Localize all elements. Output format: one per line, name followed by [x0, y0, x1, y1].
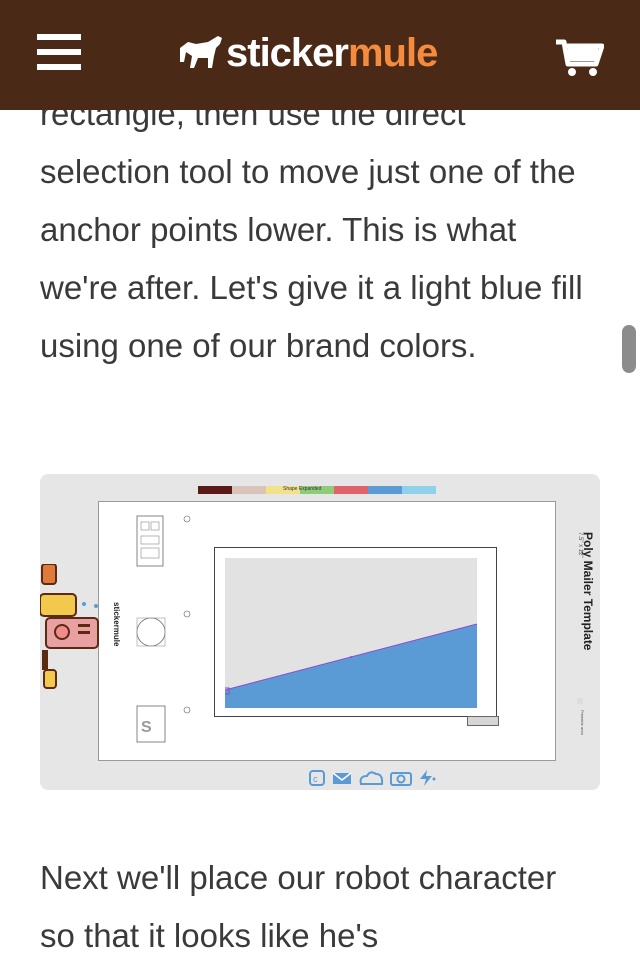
template-size: 7.5" x 12"	[577, 532, 583, 558]
sticker-tool-icon: c	[309, 770, 325, 786]
mule-logo-icon	[180, 36, 222, 68]
printable-label: Printable area	[580, 710, 585, 735]
template-logo-text: stickermule	[112, 602, 121, 647]
bolt-tool-icon	[420, 770, 436, 786]
template-sheet: S stickermule Poly Mailer Template 7.5" …	[98, 501, 595, 761]
brand-word-mule: mule	[347, 30, 438, 75]
cloud-tool-icon	[359, 771, 384, 785]
scrollbar-thumb[interactable]	[622, 325, 636, 373]
robot-character-image	[40, 564, 99, 689]
hamburger-menu-icon[interactable]	[37, 32, 81, 72]
instruction-thumbnails: S	[136, 515, 191, 743]
tool-icon-row: c	[308, 770, 436, 786]
palette-swatch	[402, 486, 436, 494]
artboard-frame	[214, 547, 499, 726]
mail-tool-icon	[332, 772, 352, 784]
palette-swatch	[368, 486, 402, 494]
blue-fill-shape	[222, 623, 478, 708]
template-title-block: Poly Mailer Template 7.5" x 12"	[577, 532, 599, 712]
brand-logo[interactable]: sticker mule	[178, 28, 438, 78]
artboard-canvas	[222, 558, 478, 708]
article-paragraph: Next we'll place our robot character so …	[40, 859, 557, 954]
svg-text:c: c	[313, 774, 318, 784]
top-navigation-bar: sticker mule	[0, 0, 640, 110]
cart-icon[interactable]	[556, 38, 604, 78]
stickermule-template-logo: stickermule	[107, 602, 127, 682]
artboard-tab	[467, 716, 499, 726]
brand-word-sticker: sticker	[226, 30, 349, 75]
palette-swatch	[334, 486, 368, 494]
palette-label: Shape Expanded	[283, 486, 322, 492]
svg-text:S: S	[141, 719, 152, 736]
template-title: Poly Mailer Template	[581, 532, 595, 651]
printable-swatch	[577, 698, 583, 704]
camera-tool-icon	[390, 772, 412, 786]
palette-swatch	[198, 486, 232, 494]
illustrator-screenshot-figure: Shape Expanded S stickermule Poly Mailer…	[40, 474, 600, 790]
palette-swatch	[232, 486, 266, 494]
printable-area-legend: Printable area	[577, 698, 587, 748]
article-paragraph: rectangle, then use the direct selection…	[40, 95, 583, 364]
